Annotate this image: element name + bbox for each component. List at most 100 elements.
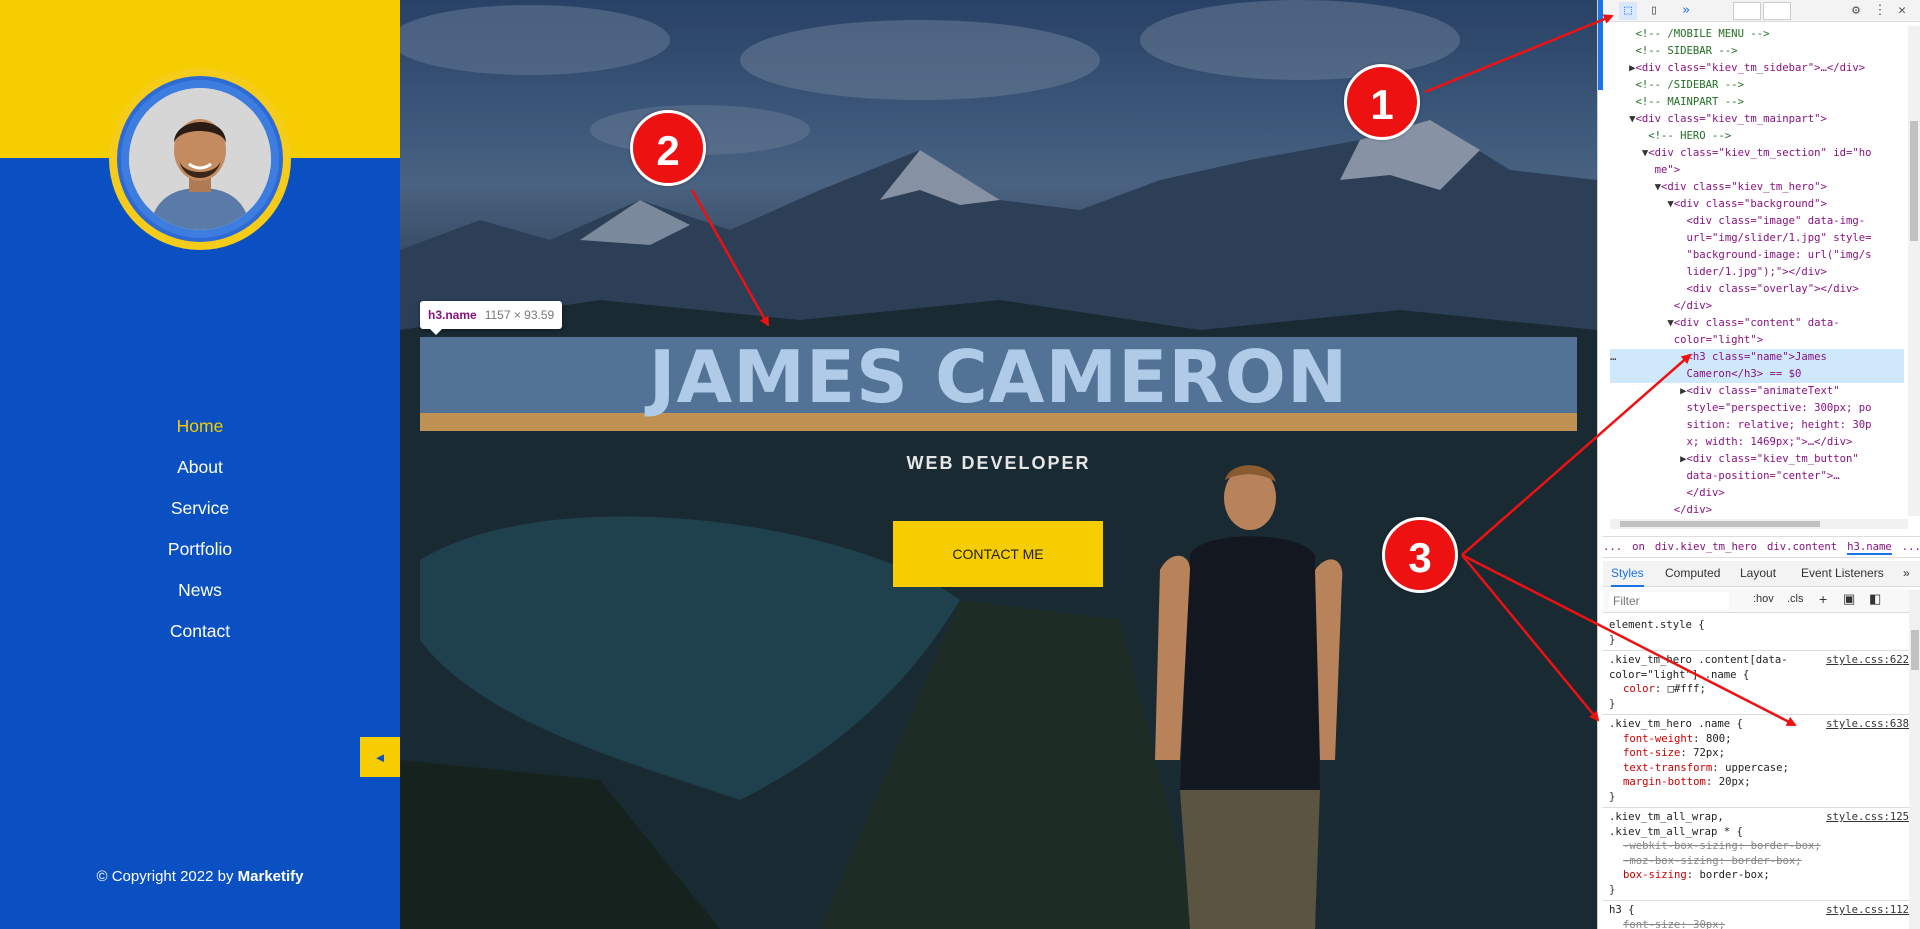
kebab-menu-icon[interactable]: ⋮ (1871, 2, 1889, 20)
dom-tree-line[interactable]: ▼<div class="content" data- (1610, 315, 1904, 332)
tab-placeholder-2[interactable] (1763, 2, 1791, 20)
breadcrumb-item[interactable]: ... (1902, 541, 1920, 553)
css-rules-list: element.style {} .kiev_tm_hero .content[d… (1603, 616, 1909, 929)
css-property[interactable]: font-size: 72px; (1609, 746, 1903, 761)
dom-tree-line[interactable]: <!-- /SIDEBAR --> (1610, 77, 1904, 94)
css-property-name: -moz-box-sizing (1623, 854, 1719, 867)
hero-name: JAMES CAMERON (648, 335, 1349, 419)
css-property[interactable]: text-transform: uppercase; (1609, 761, 1903, 776)
close-icon[interactable]: ✕ (1893, 2, 1911, 20)
dom-tree-line[interactable]: ▼<div class="kiev_tm_mainpart"> (1610, 111, 1904, 128)
nav-item-contact[interactable]: Contact (0, 611, 400, 652)
dom-tree-line[interactable]: … <h3 class="name">James (1610, 349, 1904, 366)
avatar (129, 88, 271, 230)
tab-layout[interactable]: Layout (1740, 561, 1776, 585)
dom-tree-line[interactable]: x; width: 1469px;">…</div> (1610, 434, 1904, 451)
dom-tree-line[interactable]: <!-- HERO --> (1610, 128, 1904, 145)
add-rule-button[interactable]: + (1819, 591, 1827, 607)
dom-tree-line[interactable]: ▶<div class="animateText" (1610, 383, 1904, 400)
css-rule-selector[interactable]: element.style { (1609, 618, 1903, 633)
dom-tree-line[interactable]: <!-- /MOBILE MENU --> (1610, 26, 1904, 43)
breadcrumb-item[interactable]: div.content (1767, 541, 1837, 553)
dom-tree-line[interactable]: </div> (1610, 485, 1904, 502)
tab-computed[interactable]: Computed (1665, 561, 1720, 585)
css-rule-source-link[interactable]: style.css:638 (1826, 717, 1909, 732)
css-property[interactable]: font-size: 30px; (1609, 918, 1903, 929)
css-rule-source-link[interactable]: style.css:112 (1826, 903, 1909, 918)
styles-tabs: Styles Computed Layout Event Listeners » (1603, 561, 1920, 587)
contact-me-button[interactable]: CONTACT ME (893, 521, 1103, 587)
more-tabs-icon[interactable]: » (1677, 2, 1695, 20)
dom-tree-line[interactable]: <!-- MAINPART --> (1610, 94, 1904, 111)
paint-bucket-icon[interactable]: ▣ (1843, 591, 1855, 607)
sidebar-collapse-button[interactable]: ◄ (360, 737, 400, 777)
dom-tree-line[interactable]: ▶<div class="kiev_tm_button" (1610, 451, 1904, 468)
css-colon: : (1686, 869, 1700, 881)
class-toggle-button[interactable]: .cls (1787, 593, 1804, 605)
css-property[interactable]: -moz-box-sizing: border-box; (1609, 854, 1903, 869)
nav-item-home[interactable]: Home (0, 406, 400, 447)
tab-event-listeners[interactable]: Event Listeners (1801, 561, 1884, 585)
dom-tree-line[interactable]: <div class="overlay"></div> (1610, 281, 1904, 298)
dom-tree-line[interactable]: ▼<div class="background"> (1610, 196, 1904, 213)
dom-tree-line[interactable]: style="perspective: 300px; po (1610, 400, 1904, 417)
dom-tree-text: url="img/slider/1.jpg" style= (1686, 232, 1872, 244)
toggle-sidebar-icon[interactable]: ◧ (1869, 591, 1881, 607)
copyright-brand[interactable]: Marketify (238, 868, 304, 885)
dom-tree-line[interactable]: lider/1.jpg");"></div> (1610, 264, 1904, 281)
hover-state-button[interactable]: :hov (1753, 593, 1774, 605)
dom-tree-line[interactable]: ▼<div class="kiev_tm_hero"> (1610, 179, 1904, 196)
breadcrumb-item[interactable]: div.kiev_tm_hero (1655, 541, 1757, 553)
styles-scrollbar[interactable] (1909, 590, 1920, 929)
dom-tree-line[interactable]: <!-- SIDEBAR --> (1610, 43, 1904, 60)
inspect-element-icon[interactable]: ⬚ (1619, 2, 1637, 20)
css-property[interactable]: -webkit-box-sizing: border-box; (1609, 839, 1903, 854)
dom-tree-text: <div class="overlay"></div> (1686, 283, 1859, 295)
nav-item-about[interactable]: About (0, 447, 400, 488)
css-property[interactable]: box-sizing: border-box; (1609, 868, 1903, 883)
dom-tree-line[interactable]: </div> (1610, 298, 1904, 315)
css-property-value: border-box; (1750, 840, 1821, 852)
dom-tree-line[interactable]: Cameron</h3> == $0 (1610, 366, 1904, 383)
avatar-portrait-icon (129, 88, 271, 230)
dom-tree-indent: ▶ (1610, 62, 1636, 74)
css-property[interactable]: font-weight: 800; (1609, 732, 1903, 747)
nav-item-news[interactable]: News (0, 570, 400, 611)
dom-tree-line[interactable]: data-position="center">… (1610, 468, 1904, 485)
dom-tree-line[interactable]: color="light"> (1610, 332, 1904, 349)
dom-tree-line[interactable]: url="img/slider/1.jpg" style= (1610, 230, 1904, 247)
gear-icon[interactable]: ⚙ (1847, 2, 1865, 20)
main-nav: Home About Service Portfolio News Contac… (0, 406, 400, 652)
css-property[interactable]: margin-bottom: 20px; (1609, 775, 1903, 790)
dom-tree-line[interactable]: <div class="image" data-img- (1610, 213, 1904, 230)
dom-tree-text: </div> (1686, 487, 1725, 499)
css-rule-source-link[interactable]: style.css:622 (1826, 653, 1909, 668)
device-toolbar-icon[interactable]: ▯ (1645, 2, 1663, 20)
dom-tree-line[interactable]: ▶<div class="kiev_tm_sidebar">…</div> (1610, 60, 1904, 77)
styles-filter-input[interactable] (1609, 592, 1729, 610)
dom-tree-line[interactable]: me"> (1610, 162, 1904, 179)
tab-placeholder-1[interactable] (1733, 2, 1761, 20)
css-rule-source-link[interactable]: style.css:125 (1826, 810, 1909, 825)
dom-tree-indent (1610, 249, 1687, 261)
dom-tree-line[interactable]: "background-image: url("img/s (1610, 247, 1904, 264)
dom-tree-text: sition: relative; height: 30p (1686, 419, 1872, 431)
devtools-toolbar: ⬚ ▯ » ⚙ ⋮ ✕ (1603, 0, 1920, 22)
css-colon: : (1680, 918, 1694, 929)
nav-item-service[interactable]: Service (0, 488, 400, 529)
dom-tree-indent: ▼ (1610, 317, 1674, 329)
tabs-overflow-icon[interactable]: » (1903, 561, 1910, 585)
breadcrumb-item[interactable]: on (1632, 541, 1645, 553)
css-property-value: 30px; (1693, 918, 1726, 929)
breadcrumb-item[interactable]: h3.name (1847, 541, 1892, 555)
dom-tree-scrollbar[interactable] (1908, 26, 1920, 516)
dom-tree-line[interactable]: </div> (1610, 502, 1904, 516)
nav-item-portfolio[interactable]: Portfolio (0, 529, 400, 570)
dom-tree-line[interactable]: sition: relative; height: 30p (1610, 417, 1904, 434)
tab-styles[interactable]: Styles (1611, 561, 1644, 587)
css-colon: : (1680, 747, 1694, 759)
css-property[interactable]: color: □#fff; (1609, 682, 1903, 697)
breadcrumb-item[interactable]: ... (1603, 541, 1622, 553)
dom-tree-hscrollbar[interactable] (1610, 519, 1908, 529)
dom-tree-line[interactable]: ▼<div class="kiev_tm_section" id="ho (1610, 145, 1904, 162)
